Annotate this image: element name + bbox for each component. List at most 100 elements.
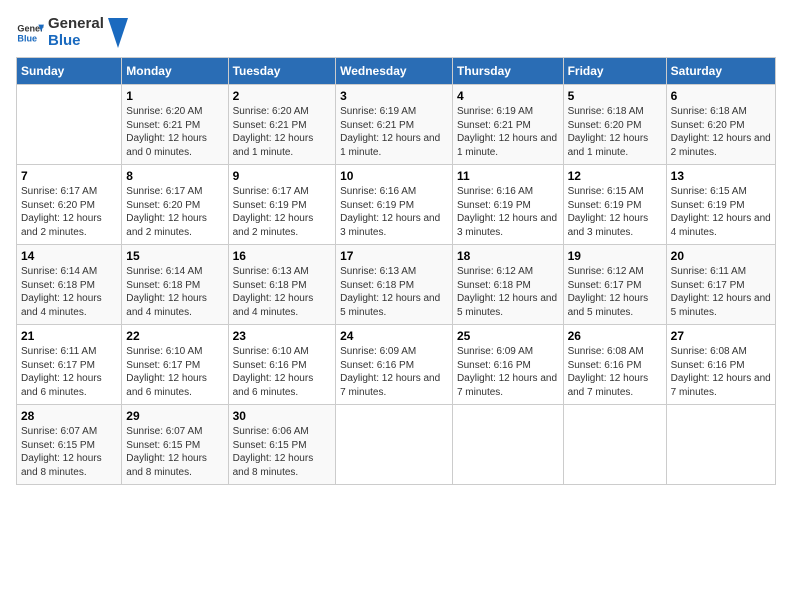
calendar-cell: 28 Sunrise: 6:07 AM Sunset: 6:15 PM Dayl… <box>17 405 122 485</box>
day-of-week-header: Saturday <box>666 58 775 85</box>
day-number: 15 <box>126 249 223 263</box>
logo-arrow-icon <box>108 18 128 48</box>
calendar-cell: 23 Sunrise: 6:10 AM Sunset: 6:16 PM Dayl… <box>228 325 336 405</box>
day-info: Sunrise: 6:14 AM Sunset: 6:18 PM Dayligh… <box>21 265 117 319</box>
day-number: 27 <box>671 329 771 343</box>
calendar-cell: 10 Sunrise: 6:16 AM Sunset: 6:19 PM Dayl… <box>336 165 453 245</box>
calendar-cell: 9 Sunrise: 6:17 AM Sunset: 6:19 PM Dayli… <box>228 165 336 245</box>
calendar-cell: 21 Sunrise: 6:11 AM Sunset: 6:17 PM Dayl… <box>17 325 122 405</box>
calendar-cell: 11 Sunrise: 6:16 AM Sunset: 6:19 PM Dayl… <box>452 165 563 245</box>
calendar-cell: 12 Sunrise: 6:15 AM Sunset: 6:19 PM Dayl… <box>563 165 666 245</box>
day-info: Sunrise: 6:15 AM Sunset: 6:19 PM Dayligh… <box>568 185 662 239</box>
day-info: Sunrise: 6:07 AM Sunset: 6:15 PM Dayligh… <box>21 425 117 479</box>
day-info: Sunrise: 6:16 AM Sunset: 6:19 PM Dayligh… <box>340 185 448 239</box>
day-info: Sunrise: 6:17 AM Sunset: 6:20 PM Dayligh… <box>126 185 223 239</box>
calendar-header: SundayMondayTuesdayWednesdayThursdayFrid… <box>17 58 776 85</box>
calendar-cell: 15 Sunrise: 6:14 AM Sunset: 6:18 PM Dayl… <box>122 245 228 325</box>
calendar-cell: 3 Sunrise: 6:19 AM Sunset: 6:21 PM Dayli… <box>336 85 453 165</box>
day-info: Sunrise: 6:12 AM Sunset: 6:18 PM Dayligh… <box>457 265 559 319</box>
day-info: Sunrise: 6:10 AM Sunset: 6:16 PM Dayligh… <box>233 345 332 399</box>
day-info: Sunrise: 6:13 AM Sunset: 6:18 PM Dayligh… <box>340 265 448 319</box>
days-header-row: SundayMondayTuesdayWednesdayThursdayFrid… <box>17 58 776 85</box>
day-number: 12 <box>568 169 662 183</box>
day-number: 19 <box>568 249 662 263</box>
day-of-week-header: Friday <box>563 58 666 85</box>
day-info: Sunrise: 6:20 AM Sunset: 6:21 PM Dayligh… <box>126 105 223 159</box>
day-number: 7 <box>21 169 117 183</box>
calendar-cell: 26 Sunrise: 6:08 AM Sunset: 6:16 PM Dayl… <box>563 325 666 405</box>
calendar-body: 1 Sunrise: 6:20 AM Sunset: 6:21 PM Dayli… <box>17 85 776 485</box>
day-info: Sunrise: 6:17 AM Sunset: 6:19 PM Dayligh… <box>233 185 332 239</box>
calendar-cell <box>336 405 453 485</box>
day-number: 22 <box>126 329 223 343</box>
day-number: 13 <box>671 169 771 183</box>
day-of-week-header: Monday <box>122 58 228 85</box>
day-number: 1 <box>126 89 223 103</box>
day-number: 30 <box>233 409 332 423</box>
day-number: 29 <box>126 409 223 423</box>
day-number: 8 <box>126 169 223 183</box>
svg-text:Blue: Blue <box>17 33 37 43</box>
calendar-cell <box>17 85 122 165</box>
logo: General Blue General Blue <box>16 16 128 49</box>
calendar-cell: 22 Sunrise: 6:10 AM Sunset: 6:17 PM Dayl… <box>122 325 228 405</box>
calendar-cell: 16 Sunrise: 6:13 AM Sunset: 6:18 PM Dayl… <box>228 245 336 325</box>
calendar-cell: 19 Sunrise: 6:12 AM Sunset: 6:17 PM Dayl… <box>563 245 666 325</box>
day-of-week-header: Wednesday <box>336 58 453 85</box>
calendar-cell: 8 Sunrise: 6:17 AM Sunset: 6:20 PM Dayli… <box>122 165 228 245</box>
calendar-cell: 14 Sunrise: 6:14 AM Sunset: 6:18 PM Dayl… <box>17 245 122 325</box>
day-number: 14 <box>21 249 117 263</box>
day-info: Sunrise: 6:13 AM Sunset: 6:18 PM Dayligh… <box>233 265 332 319</box>
logo-general-text: General <box>48 16 104 33</box>
day-number: 26 <box>568 329 662 343</box>
day-number: 16 <box>233 249 332 263</box>
calendar-table: SundayMondayTuesdayWednesdayThursdayFrid… <box>16 57 776 485</box>
day-number: 4 <box>457 89 559 103</box>
day-number: 2 <box>233 89 332 103</box>
day-info: Sunrise: 6:19 AM Sunset: 6:21 PM Dayligh… <box>340 105 448 159</box>
calendar-cell <box>666 405 775 485</box>
calendar-cell: 24 Sunrise: 6:09 AM Sunset: 6:16 PM Dayl… <box>336 325 453 405</box>
day-info: Sunrise: 6:11 AM Sunset: 6:17 PM Dayligh… <box>21 345 117 399</box>
day-info: Sunrise: 6:06 AM Sunset: 6:15 PM Dayligh… <box>233 425 332 479</box>
day-number: 20 <box>671 249 771 263</box>
day-info: Sunrise: 6:12 AM Sunset: 6:17 PM Dayligh… <box>568 265 662 319</box>
day-info: Sunrise: 6:15 AM Sunset: 6:19 PM Dayligh… <box>671 185 771 239</box>
day-info: Sunrise: 6:08 AM Sunset: 6:16 PM Dayligh… <box>671 345 771 399</box>
day-info: Sunrise: 6:09 AM Sunset: 6:16 PM Dayligh… <box>457 345 559 399</box>
calendar-cell: 13 Sunrise: 6:15 AM Sunset: 6:19 PM Dayl… <box>666 165 775 245</box>
day-info: Sunrise: 6:11 AM Sunset: 6:17 PM Dayligh… <box>671 265 771 319</box>
calendar-cell: 1 Sunrise: 6:20 AM Sunset: 6:21 PM Dayli… <box>122 85 228 165</box>
calendar-cell: 17 Sunrise: 6:13 AM Sunset: 6:18 PM Dayl… <box>336 245 453 325</box>
day-number: 24 <box>340 329 448 343</box>
calendar-week-row: 14 Sunrise: 6:14 AM Sunset: 6:18 PM Dayl… <box>17 245 776 325</box>
day-number: 5 <box>568 89 662 103</box>
calendar-cell: 20 Sunrise: 6:11 AM Sunset: 6:17 PM Dayl… <box>666 245 775 325</box>
day-info: Sunrise: 6:07 AM Sunset: 6:15 PM Dayligh… <box>126 425 223 479</box>
calendar-week-row: 1 Sunrise: 6:20 AM Sunset: 6:21 PM Dayli… <box>17 85 776 165</box>
day-info: Sunrise: 6:08 AM Sunset: 6:16 PM Dayligh… <box>568 345 662 399</box>
day-info: Sunrise: 6:16 AM Sunset: 6:19 PM Dayligh… <box>457 185 559 239</box>
calendar-cell: 25 Sunrise: 6:09 AM Sunset: 6:16 PM Dayl… <box>452 325 563 405</box>
calendar-week-row: 28 Sunrise: 6:07 AM Sunset: 6:15 PM Dayl… <box>17 405 776 485</box>
day-number: 18 <box>457 249 559 263</box>
day-number: 23 <box>233 329 332 343</box>
calendar-week-row: 7 Sunrise: 6:17 AM Sunset: 6:20 PM Dayli… <box>17 165 776 245</box>
calendar-week-row: 21 Sunrise: 6:11 AM Sunset: 6:17 PM Dayl… <box>17 325 776 405</box>
page-header: General Blue General Blue <box>16 16 776 49</box>
day-of-week-header: Sunday <box>17 58 122 85</box>
day-number: 10 <box>340 169 448 183</box>
calendar-cell: 6 Sunrise: 6:18 AM Sunset: 6:20 PM Dayli… <box>666 85 775 165</box>
calendar-cell: 18 Sunrise: 6:12 AM Sunset: 6:18 PM Dayl… <box>452 245 563 325</box>
day-number: 9 <box>233 169 332 183</box>
calendar-cell: 2 Sunrise: 6:20 AM Sunset: 6:21 PM Dayli… <box>228 85 336 165</box>
day-info: Sunrise: 6:10 AM Sunset: 6:17 PM Dayligh… <box>126 345 223 399</box>
day-number: 28 <box>21 409 117 423</box>
calendar-cell <box>452 405 563 485</box>
day-of-week-header: Thursday <box>452 58 563 85</box>
calendar-cell: 5 Sunrise: 6:18 AM Sunset: 6:20 PM Dayli… <box>563 85 666 165</box>
day-info: Sunrise: 6:20 AM Sunset: 6:21 PM Dayligh… <box>233 105 332 159</box>
day-info: Sunrise: 6:09 AM Sunset: 6:16 PM Dayligh… <box>340 345 448 399</box>
day-info: Sunrise: 6:19 AM Sunset: 6:21 PM Dayligh… <box>457 105 559 159</box>
day-number: 6 <box>671 89 771 103</box>
